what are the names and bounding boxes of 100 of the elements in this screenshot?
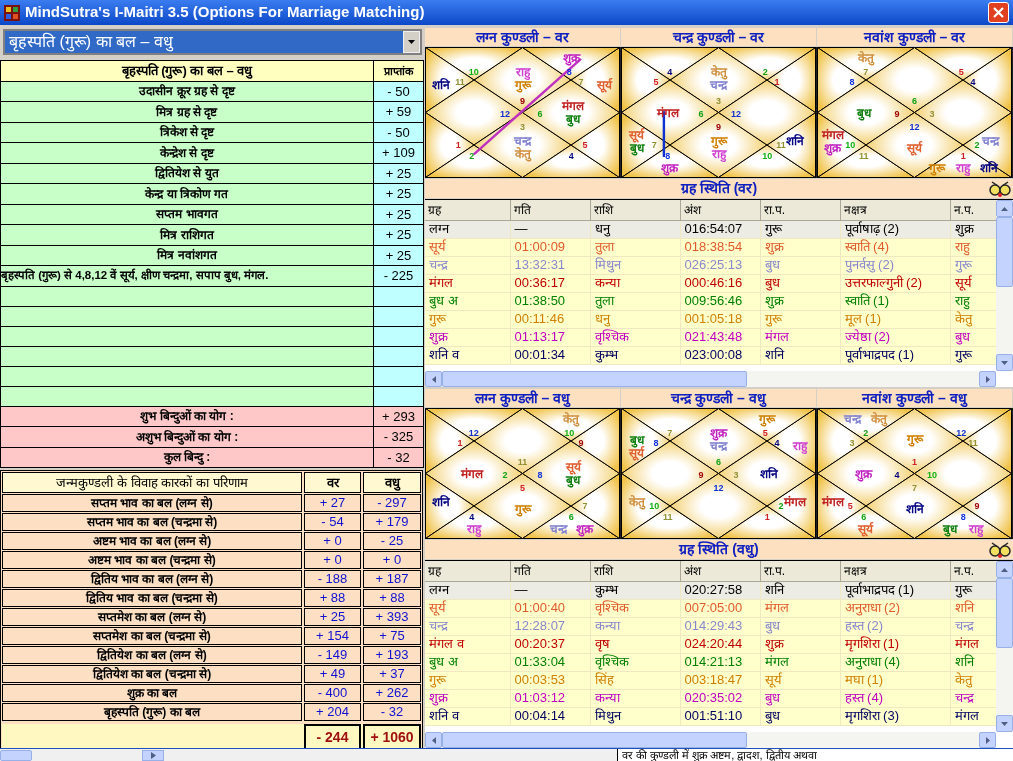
column-header[interactable]: न.प. (950, 200, 996, 220)
house-number: 6 (698, 108, 704, 119)
table-cell: कन्या (590, 617, 680, 635)
house-number: 7 (651, 140, 657, 151)
table-header: बृहस्पति (गुरू) का बल – वधु (0, 60, 374, 81)
table-cell: 00:01:34 (510, 346, 590, 364)
column-header[interactable]: अंश (680, 200, 760, 220)
table-cell: बुध (760, 707, 840, 725)
table-cell: कन्या (590, 274, 680, 292)
house-number: 8 (665, 150, 671, 161)
column-header[interactable]: अंश (680, 561, 760, 581)
table-cell: कुम्भ (590, 346, 680, 364)
house-number: 7 (863, 66, 869, 77)
table-cell: - 400 (304, 684, 361, 702)
table-cell: मित्र राशिगत (0, 224, 374, 245)
column-header[interactable]: नक्षत्र (840, 561, 950, 581)
table-cell: गुरू (760, 220, 840, 238)
planet-label: गुरू (906, 432, 923, 447)
house-number: 7 (578, 77, 584, 88)
table-cell: शुक्र (425, 689, 510, 707)
table-cell: - 54 (304, 513, 361, 531)
planet-label: राहु (956, 160, 971, 175)
table-cell: 01:38:50 (510, 292, 590, 310)
column-header[interactable]: नक्षत्र (840, 200, 950, 220)
planet-label: बुध (943, 521, 958, 536)
table-header: वर (304, 472, 361, 493)
table-cell: सूर्य (425, 599, 510, 617)
table-cell: सूर्य (760, 671, 840, 689)
table-cell: + 75 (363, 627, 421, 645)
table-cell: + 49 (304, 665, 361, 683)
window-title: MindSutra's I-Maitri 3.5 (Options For Marriage Matching) (25, 2, 426, 23)
table-cell: 026:25:13 (680, 256, 760, 274)
column-header[interactable]: ग्रह (425, 200, 510, 220)
planet-label: शुक्र (661, 160, 679, 175)
planet-label: बुध (856, 105, 871, 120)
table-cell: 023:00:08 (680, 346, 760, 364)
table-cell: मित्र नवांशगत (0, 245, 374, 266)
house-number: 6 (537, 108, 543, 119)
house-number: 11 (517, 456, 528, 467)
table-cell: वृश्चिक (590, 599, 680, 617)
table-cell: लग्न (425, 581, 510, 599)
table-cell: 000:46:16 (680, 274, 760, 292)
table-cell: पूर्वाषाढ़ (2) (840, 220, 950, 238)
selector-dropdown[interactable]: बृहस्पति (गुरू) का बल – वधु (3, 29, 422, 55)
house-number: 5 (653, 77, 659, 88)
column-header[interactable]: गति (510, 200, 590, 220)
house-number: 5 (582, 140, 588, 151)
table-cell: शुक्र (760, 238, 840, 256)
column-header[interactable]: राशि (590, 561, 680, 581)
table-cell: + 204 (304, 703, 361, 721)
table-cell: अनुराधा (2) (840, 599, 950, 617)
table-cell: मंगल (760, 328, 840, 346)
table-cell: गुरू (425, 310, 510, 328)
table-cell: द्वितिय भाव का बल (लग्न से) (2, 570, 302, 588)
planet-label: गुरू (514, 501, 531, 516)
table-cell: पूर्वाभाद्रपद (1) (840, 346, 950, 364)
house-number: 9 (894, 108, 900, 119)
table-cell: धनु (590, 310, 680, 328)
chart-title: लग्न कुण्डली – वधु (425, 389, 620, 407)
section-title: ग्रह स्थिति (वधु) (679, 540, 759, 560)
table-cell: + 179 (363, 513, 421, 531)
table-cell: शुभ बिन्दुओं का योग : (0, 406, 374, 427)
table-cell: 01:00:40 (510, 599, 590, 617)
house-number: 1 (764, 511, 770, 522)
table-cell: मृगशिरा (3) (840, 707, 950, 725)
table-cell: + 187 (363, 570, 421, 588)
table-cell: अष्टम भाव का बल (चन्द्रमा से) (2, 551, 302, 569)
table-cell: 001:51:10 (680, 707, 760, 725)
planet-label: शनि (905, 501, 924, 516)
house-number: 9 (698, 469, 704, 480)
column-header[interactable]: ग्रह (425, 561, 510, 581)
table-cell: शनि व (425, 707, 510, 725)
planet-label: शनि (760, 466, 779, 481)
column-header[interactable]: गति (510, 561, 590, 581)
planet-label: मंगल (821, 495, 844, 510)
table-cell: ज्येष्ठा (2) (840, 328, 950, 346)
column-header[interactable]: राशि (590, 200, 680, 220)
planet-label: सूर्य (565, 460, 581, 474)
column-header[interactable]: न.प. (950, 561, 996, 581)
house-number: 9 (716, 121, 721, 132)
planet-label: केतु (857, 50, 874, 65)
house-number: 8 (537, 469, 543, 480)
house-number: 4 (894, 469, 900, 480)
table-cell: बुध (760, 274, 840, 292)
house-number: 11 (455, 77, 465, 88)
chart-title: चन्द्र कुण्डली – वधु (621, 389, 816, 407)
house-number: 10 (468, 66, 479, 77)
table-cell: 001:05:18 (680, 310, 760, 328)
planet-label: राहु (793, 439, 808, 453)
table-cell: 13:32:31 (510, 256, 590, 274)
planet-label: केतु (628, 495, 645, 510)
table-cell: मित्र ग्रह से दृष्ट (0, 101, 374, 122)
table-cell: शनि व (425, 346, 510, 364)
house-number: 12 (499, 108, 510, 119)
planet-label: मंगल (562, 99, 585, 113)
table-cell: चन्द्र (425, 256, 510, 274)
table-cell: बुध (760, 689, 840, 707)
column-header[interactable]: रा.प. (760, 200, 840, 220)
house-number: 6 (861, 511, 867, 522)
column-header[interactable]: रा.प. (760, 561, 840, 581)
